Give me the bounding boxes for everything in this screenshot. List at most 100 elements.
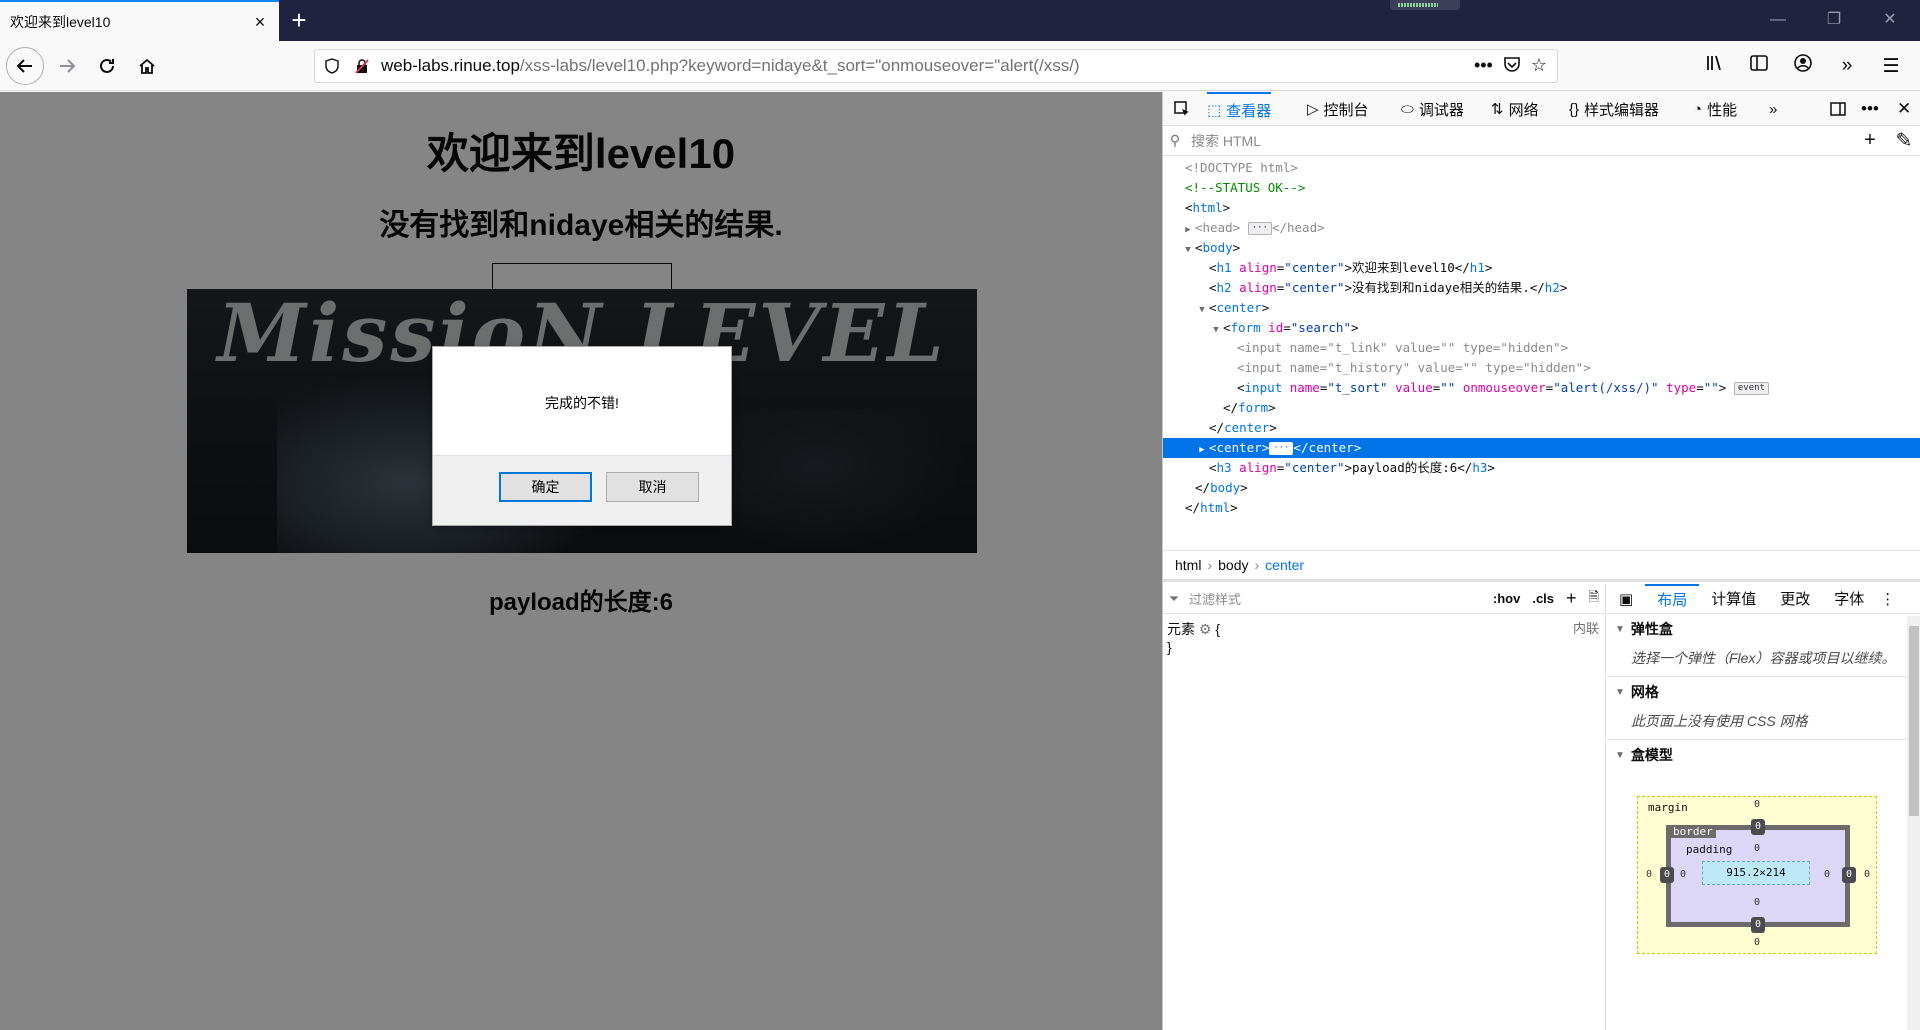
form-id: search: [1298, 320, 1344, 335]
tab-inspector[interactable]: ⬚ 查看器: [1207, 92, 1272, 126]
markup-line[interactable]: ▼ <center>: [1163, 298, 1920, 318]
breadcrumb-separator-icon: ›: [1254, 557, 1260, 573]
markup-line[interactable]: <input name="t_sort" value="" onmouseove…: [1163, 378, 1920, 398]
margin-bottom-value[interactable]: 0: [1754, 937, 1760, 948]
breadcrumb-body[interactable]: body: [1218, 557, 1248, 573]
forward-button[interactable]: [50, 49, 84, 83]
scrollbar-thumb[interactable]: [1909, 626, 1919, 816]
add-rule-icon[interactable]: +: [1560, 588, 1583, 609]
padding-bottom-value[interactable]: 0: [1754, 897, 1760, 908]
tab-layout[interactable]: 布局: [1645, 584, 1700, 613]
content-size[interactable]: 915.2×214: [1702, 861, 1810, 885]
print-media-icon[interactable]: 🗎: [1583, 588, 1605, 610]
markup-line[interactable]: <html>: [1163, 198, 1920, 218]
class-toggle-button[interactable]: .cls: [1526, 591, 1560, 606]
breadcrumb-html[interactable]: html: [1175, 557, 1201, 573]
add-node-icon[interactable]: +: [1853, 129, 1887, 152]
sidebar-toggle-icon[interactable]: [1744, 53, 1774, 79]
url-text[interactable]: web-labs.rinue.top/xss-labs/level10.php?…: [375, 56, 1474, 76]
breadcrumb-center[interactable]: center: [1265, 557, 1304, 573]
tab-close-icon[interactable]: ×: [251, 13, 269, 31]
sidebar-scrollbar[interactable]: [1907, 616, 1920, 1030]
more-tabs-icon[interactable]: »: [1769, 92, 1777, 126]
boxmodel-header[interactable]: ▼ 盒模型: [1607, 740, 1920, 770]
ok-button[interactable]: 确定: [499, 472, 592, 502]
close-window-icon[interactable]: ✕: [1870, 6, 1910, 34]
cancel-button[interactable]: 取消: [606, 472, 699, 502]
markup-line[interactable]: <input name="t_history" value="" type="h…: [1163, 358, 1920, 378]
markup-line[interactable]: </center>: [1163, 418, 1920, 438]
tab-network[interactable]: ⇅ 网络: [1491, 92, 1539, 126]
markup-line[interactable]: <!--STATUS OK-->: [1163, 178, 1920, 198]
devtools-options-icon[interactable]: •••: [1861, 92, 1879, 126]
padding-left-value[interactable]: 0: [1680, 869, 1686, 880]
event-badge[interactable]: event: [1733, 382, 1769, 395]
border-left-value[interactable]: 0: [1660, 867, 1674, 883]
account-icon[interactable]: [1788, 53, 1818, 79]
markup-line-selected[interactable]: ▶ <center> ··· </center>: [1163, 438, 1920, 458]
collapsed-badge[interactable]: ···: [1269, 442, 1294, 455]
markup-line[interactable]: <h3 align="center">payload的长度:6</h3>: [1163, 458, 1920, 478]
hover-toggle-button[interactable]: :hov: [1487, 591, 1526, 606]
search-icon: ⚲: [1169, 132, 1181, 148]
library-icon[interactable]: [1700, 53, 1730, 79]
url-bar[interactable]: web-labs.rinue.top/xss-labs/level10.php?…: [314, 49, 1558, 83]
expand-triangle-icon[interactable]: ▶: [1195, 440, 1209, 460]
tab-console[interactable]: ▷ 控制台: [1307, 92, 1369, 126]
new-tab-button[interactable]: +: [286, 7, 312, 34]
tab-style-editor[interactable]: {} 样式编辑器: [1569, 92, 1659, 126]
expand-triangle-icon[interactable]: ▶: [1181, 220, 1195, 240]
padding-top-value[interactable]: 0: [1754, 843, 1760, 854]
collapse-triangle-icon[interactable]: ▼: [1181, 240, 1195, 260]
tab-computed[interactable]: 计算值: [1699, 584, 1768, 613]
dock-toggle-icon[interactable]: [1829, 92, 1847, 126]
collapse-triangle-icon[interactable]: ▼: [1195, 300, 1209, 320]
bookmark-star-icon[interactable]: ☆: [1531, 55, 1547, 78]
markup-line[interactable]: ▼ <body>: [1163, 238, 1920, 258]
sidebar-toggle-icon[interactable]: ▣: [1607, 584, 1645, 613]
restore-icon[interactable]: ❐: [1814, 6, 1854, 34]
back-button[interactable]: [6, 47, 44, 85]
filter-styles-input[interactable]: 过滤样式: [1185, 589, 1487, 608]
tab-fonts[interactable]: 字体: [1822, 584, 1876, 613]
flexbox-header[interactable]: ▼ 弹性盒: [1607, 614, 1920, 644]
page-actions-icon[interactable]: •••: [1474, 55, 1493, 78]
markup-line[interactable]: </html>: [1163, 498, 1920, 518]
markup-line[interactable]: <input name="t_link" value="" type="hidd…: [1163, 338, 1920, 358]
insecure-lock-icon[interactable]: [349, 53, 375, 79]
home-button[interactable]: [130, 49, 164, 83]
grid-header[interactable]: ▼ 网格: [1607, 677, 1920, 707]
reload-button[interactable]: [90, 49, 124, 83]
markup-line[interactable]: <!DOCTYPE html>: [1163, 158, 1920, 178]
shield-icon[interactable]: [319, 53, 345, 79]
menu-icon[interactable]: ☰: [1876, 55, 1906, 78]
browser-tab[interactable]: 欢迎来到level10 ×: [0, 0, 279, 41]
collapsed-badge[interactable]: ···: [1247, 222, 1272, 235]
margin-right-value[interactable]: 0: [1864, 869, 1870, 880]
element-picker-icon[interactable]: [1173, 92, 1191, 126]
markup-line[interactable]: <h2 align="center">没有找到和nidaye相关的结果.</h2…: [1163, 278, 1920, 298]
gear-icon[interactable]: ⚙: [1199, 621, 1212, 637]
html-search-input[interactable]: 搜索 HTML: [1187, 131, 1853, 151]
collapse-triangle-icon[interactable]: ▼: [1209, 320, 1223, 340]
markup-line[interactable]: ▼ <form id="search">: [1163, 318, 1920, 338]
overflow-chevron-icon[interactable]: »: [1832, 55, 1862, 77]
markup-line[interactable]: <h1 align="center">欢迎来到level10</h1>: [1163, 258, 1920, 278]
margin-top-value[interactable]: 0: [1754, 799, 1760, 810]
markup-line[interactable]: ▶ <head> ··· </head>: [1163, 218, 1920, 238]
border-bottom-value[interactable]: 0: [1751, 917, 1765, 933]
tab-changes[interactable]: 更改: [1768, 584, 1822, 613]
padding-right-value[interactable]: 0: [1824, 869, 1830, 880]
tab-performance[interactable]: ◔ 性能: [1693, 92, 1737, 126]
markup-line[interactable]: </form>: [1163, 398, 1920, 418]
devtools-close-icon[interactable]: ✕: [1897, 92, 1911, 126]
markup-line[interactable]: </body>: [1163, 478, 1920, 498]
sidebar-more-icon[interactable]: ⋮: [1876, 584, 1899, 613]
minimize-icon[interactable]: —: [1758, 6, 1798, 34]
pocket-icon[interactable]: [1503, 55, 1521, 78]
border-right-value[interactable]: 0: [1842, 867, 1856, 883]
border-top-value[interactable]: 0: [1751, 819, 1765, 835]
tab-debugger[interactable]: ⬭ 调试器: [1401, 92, 1464, 126]
margin-left-value[interactable]: 0: [1646, 869, 1652, 880]
eyedropper-icon[interactable]: ✎: [1887, 128, 1920, 153]
